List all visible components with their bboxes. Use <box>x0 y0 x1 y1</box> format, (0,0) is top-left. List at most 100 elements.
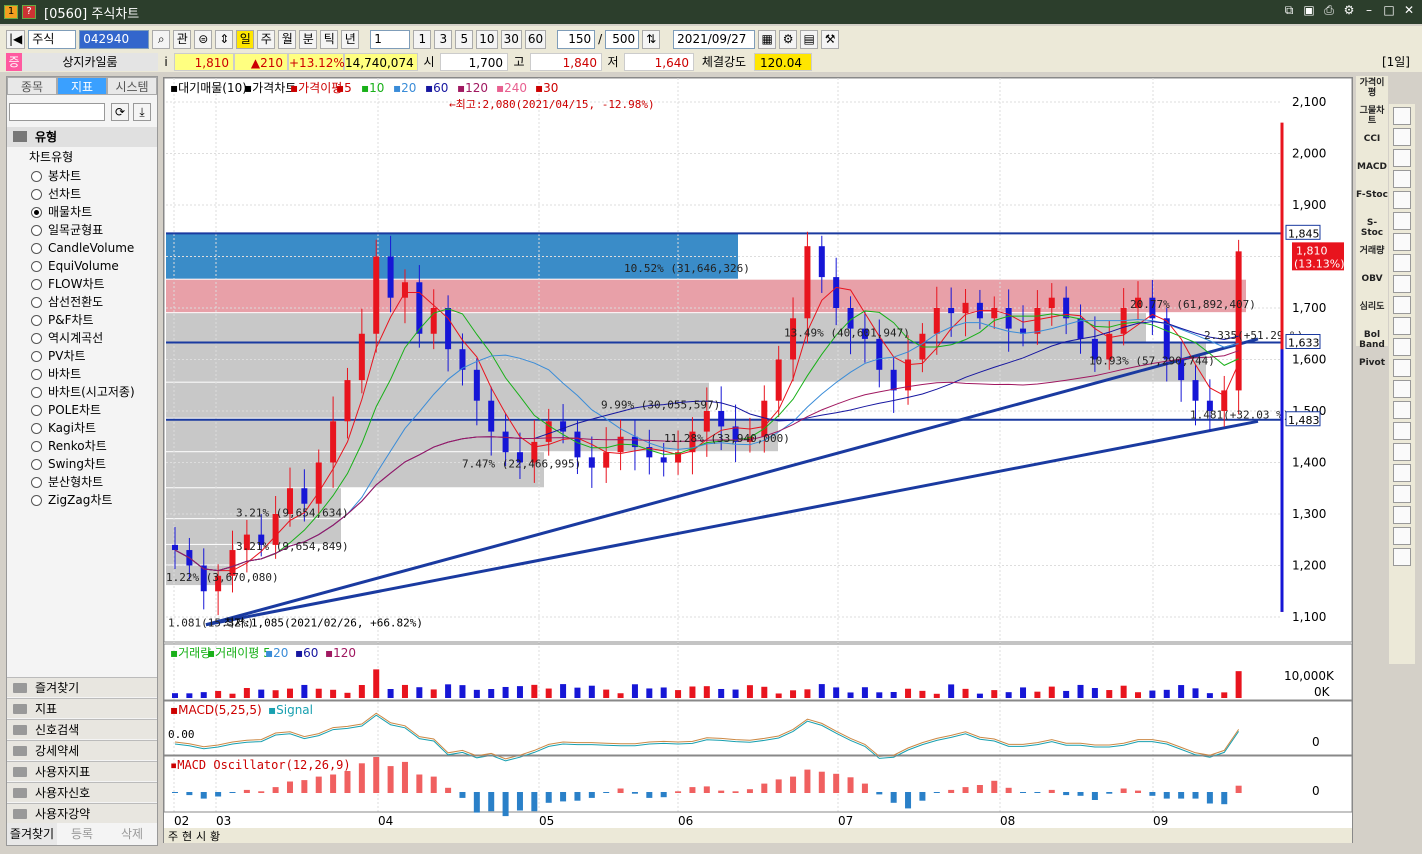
updown-icon[interactable]: ⇕ <box>215 29 234 49</box>
chart-tool-icon[interactable]: ▦ <box>758 29 777 49</box>
drawing-tool-icon[interactable] <box>1393 191 1411 209</box>
chart-type-item[interactable]: 일목균형표 <box>31 221 103 239</box>
drawing-tool-icon[interactable] <box>1393 296 1411 314</box>
section-item[interactable]: 사용자강약 <box>7 803 157 823</box>
radio-icon[interactable] <box>31 296 42 308</box>
first-icon[interactable]: |◀ <box>6 29 26 49</box>
download-icon[interactable]: ⤓ <box>133 103 151 121</box>
indicator-shortcut[interactable]: CCI <box>1356 132 1388 160</box>
drawing-tool-icon[interactable] <box>1393 506 1411 524</box>
drawing-tool-icon[interactable] <box>1393 464 1411 482</box>
count-input[interactable]: 150 <box>557 29 596 49</box>
indicator-shortcut[interactable]: 심리도 <box>1356 300 1388 328</box>
chart-type-item[interactable]: 삼선전환도 <box>31 293 103 311</box>
drawing-tool-icon[interactable] <box>1393 128 1411 146</box>
chart-type-item[interactable]: P&F차트 <box>31 311 94 329</box>
chart-type-item[interactable]: 선차트 <box>31 185 81 203</box>
quick-5[interactable]: 5 <box>455 29 474 49</box>
radio-icon[interactable] <box>31 368 42 380</box>
drawing-tool-icon[interactable] <box>1393 401 1411 419</box>
section-item[interactable]: 즐겨찾기 <box>7 677 157 697</box>
drawing-tool-icon[interactable] <box>1393 212 1411 230</box>
total-input[interactable]: 500 <box>605 29 640 49</box>
drawing-tool-icon[interactable] <box>1393 149 1411 167</box>
minimize-icon[interactable]: – <box>1362 3 1376 17</box>
radio-icon[interactable] <box>31 332 42 344</box>
search-button[interactable]: 관 <box>173 29 192 49</box>
info-icon[interactable]: i <box>158 53 174 71</box>
drawing-tool-icon[interactable] <box>1393 527 1411 545</box>
indicator-shortcut[interactable]: 거래량 <box>1356 244 1388 272</box>
section-item[interactable]: 사용자지표 <box>7 761 157 781</box>
quick-60[interactable]: 60 <box>524 29 547 49</box>
indicator-shortcut[interactable]: OBV <box>1356 272 1388 300</box>
print-icon[interactable]: ⎙ <box>1322 3 1336 17</box>
quick-10[interactable]: 10 <box>476 29 498 49</box>
drawing-tool-icon[interactable] <box>1393 548 1411 566</box>
tab-stocks[interactable]: 종목 <box>7 77 57 95</box>
drawing-tool-icon[interactable] <box>1393 359 1411 377</box>
drawing-tool-icon[interactable] <box>1393 233 1411 251</box>
radio-icon[interactable] <box>31 440 42 452</box>
quick-3[interactable]: 3 <box>434 29 453 49</box>
chart-type-item[interactable]: Swing차트 <box>31 455 106 473</box>
period-day[interactable]: 일 <box>236 29 255 49</box>
period-month[interactable]: 월 <box>278 29 297 49</box>
radio-icon[interactable] <box>31 188 42 200</box>
indicator-shortcut[interactable]: MACD <box>1356 160 1388 188</box>
bottom-tab[interactable]: 시 <box>196 830 206 843</box>
indicator-shortcut[interactable]: Pivot <box>1356 356 1388 384</box>
radio-icon[interactable] <box>31 386 42 398</box>
drawing-tool-icon[interactable] <box>1393 107 1411 125</box>
radio-icon[interactable] <box>31 422 42 434</box>
period-year[interactable]: 년 <box>341 29 360 49</box>
chart-type-item[interactable]: 분산형차트 <box>31 473 103 491</box>
section-item[interactable]: 사용자신호 <box>7 782 157 802</box>
chart-type-item[interactable]: EquiVolume <box>31 257 119 275</box>
chart-type-item[interactable]: PV차트 <box>31 347 86 365</box>
radio-icon[interactable] <box>31 206 42 218</box>
favorites-tab[interactable]: 즐겨찾기 <box>7 823 57 845</box>
drawing-tool-icon[interactable] <box>1393 275 1411 293</box>
maximize-icon[interactable]: □ <box>1382 3 1396 17</box>
chart-type-item[interactable]: 매물차트 <box>31 203 92 221</box>
indicator-shortcut[interactable]: 그물차트 <box>1356 104 1388 132</box>
help-icon[interactable]: ? <box>22 5 36 19</box>
chart-type-item[interactable]: Renko차트 <box>31 437 107 455</box>
disk-icon[interactable]: ▤ <box>800 29 819 49</box>
market-select[interactable]: 주식 <box>28 29 77 49</box>
indicator-shortcut[interactable]: S-Stoc <box>1356 216 1388 244</box>
period-week[interactable]: 주 <box>257 29 276 49</box>
interval-select[interactable]: 1 <box>370 29 411 49</box>
chart-type-item[interactable]: FLOW차트 <box>31 275 105 293</box>
tab-indicators[interactable]: 지표 <box>57 77 107 95</box>
drawing-tool-icon[interactable] <box>1393 422 1411 440</box>
radio-icon[interactable] <box>31 242 42 254</box>
radio-icon[interactable] <box>31 260 42 272</box>
period-minute[interactable]: 분 <box>299 29 318 49</box>
drawing-tool-icon[interactable] <box>1393 338 1411 356</box>
drawing-tool-icon[interactable] <box>1393 485 1411 503</box>
radio-icon[interactable] <box>31 278 42 290</box>
tree-root[interactable]: 유형 <box>7 127 157 147</box>
chart-type-item[interactable]: 바차트 <box>31 365 81 383</box>
save-window-icon[interactable]: ▣ <box>1302 3 1316 17</box>
chart-type-item[interactable]: 바차트(시고저종) <box>31 383 135 401</box>
close-icon[interactable]: ✕ <box>1402 3 1416 17</box>
lock-icon[interactable]: ⊜ <box>194 29 213 49</box>
drawing-tool-icon[interactable] <box>1393 254 1411 272</box>
settings-icon[interactable]: ⚙ <box>1342 3 1356 17</box>
chart-svg[interactable]: 2,1002,0001,9001,8001,7001,6001,5001,400… <box>163 77 1354 844</box>
refresh-icon[interactable]: ⟳ <box>111 103 129 121</box>
period-tick[interactable]: 틱 <box>320 29 339 49</box>
date-input[interactable]: 2021/09/27 <box>673 29 756 49</box>
bottom-tab[interactable]: 현 <box>182 830 192 843</box>
section-item[interactable]: 강세약세 <box>7 740 157 760</box>
tree-node[interactable]: 차트유형 <box>11 149 73 165</box>
radio-icon[interactable] <box>31 404 42 416</box>
gear-icon[interactable]: ⚙ <box>779 29 798 49</box>
radio-icon[interactable] <box>31 350 42 362</box>
refresh-icon[interactable]: ⇅ <box>642 29 661 49</box>
quick-1[interactable]: 1 <box>413 29 432 49</box>
chart-type-item[interactable]: CandleVolume <box>31 239 134 257</box>
